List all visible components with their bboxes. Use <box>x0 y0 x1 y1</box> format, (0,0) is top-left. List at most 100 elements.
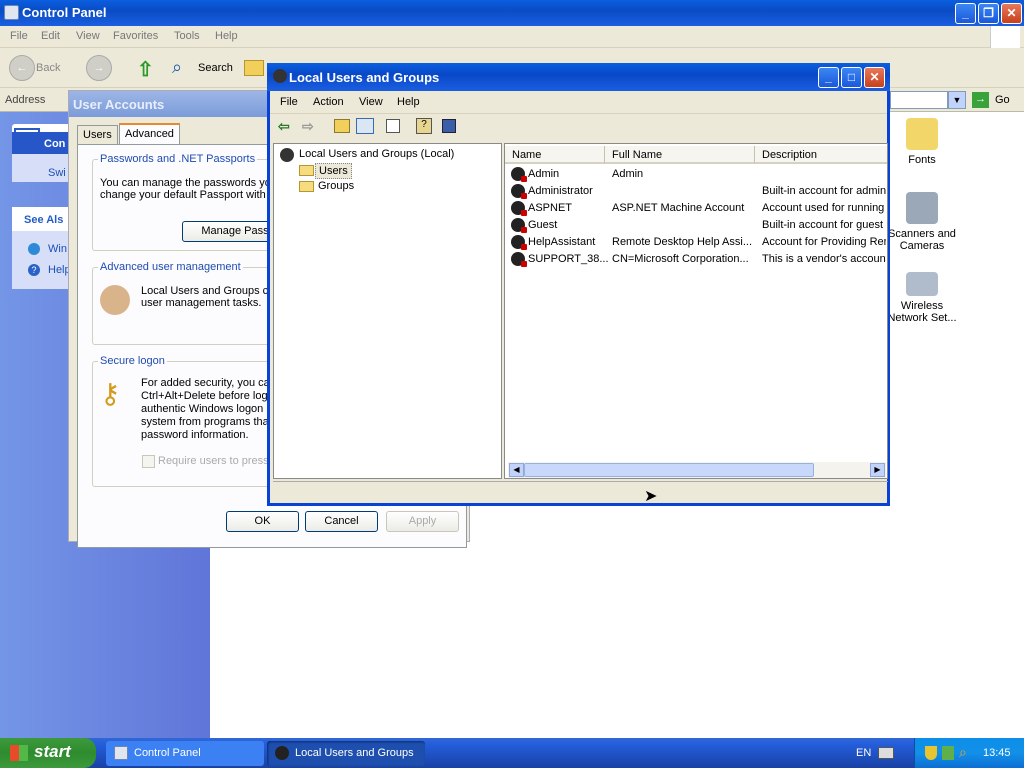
menu-favorites[interactable]: Favorites <box>113 30 158 42</box>
tree-root[interactable]: Local Users and Groups (Local) <box>299 148 454 160</box>
search-label[interactable]: Search <box>198 62 233 74</box>
minimize-button[interactable]: _ <box>955 3 976 24</box>
groups-folder-icon <box>299 181 314 192</box>
back-label[interactable]: Back <box>36 62 60 74</box>
help-icon: ? <box>28 264 40 276</box>
export-list-icon[interactable] <box>386 119 400 133</box>
menu-tools[interactable]: Tools <box>174 30 200 42</box>
lug-maximize-button[interactable]: □ <box>841 67 862 88</box>
search-icon[interactable]: ⌕ <box>172 57 182 78</box>
see-also-header[interactable]: See Als <box>12 207 72 231</box>
help-icon[interactable]: ? <box>416 118 432 134</box>
lug-close-button[interactable]: ✕ <box>864 67 885 88</box>
windows-update-link[interactable]: Win <box>48 243 67 255</box>
table-row[interactable]: ASPNET ASP.NET Machine Account Account use… <box>505 200 887 217</box>
user-name: Guest <box>528 219 558 231</box>
fonts-item[interactable]: Fonts <box>882 118 962 166</box>
users-list: Name Full Name Description Admin Admin Ad… <box>504 143 888 479</box>
search-tray-icon[interactable]: ⌕ <box>959 744 967 761</box>
tab-users[interactable]: Users <box>77 125 118 145</box>
table-row[interactable]: HelpAssistant Remote Desktop Help Assi...… <box>505 234 887 251</box>
tree-users[interactable]: Users <box>315 163 352 179</box>
scroll-thumb[interactable] <box>524 463 814 477</box>
table-row[interactable]: Administrator Built-in account for admini… <box>505 183 887 200</box>
lug-minimize-button[interactable]: _ <box>818 67 839 88</box>
require-ctrl-alt-del-checkbox[interactable] <box>142 455 155 468</box>
lug-menu-file[interactable]: File <box>280 96 298 108</box>
cancel-button[interactable]: Cancel <box>305 511 378 532</box>
mouse-cursor-icon: ➤ <box>644 488 658 505</box>
address-input[interactable] <box>890 91 948 109</box>
network-icon[interactable] <box>942 746 954 760</box>
lug-menu-action[interactable]: Action <box>313 96 344 108</box>
user-full-name: Remote Desktop Help Assi... <box>612 236 752 248</box>
passports-group-label: Passwords and .NET Passports <box>98 153 258 165</box>
taskbar-local-users[interactable]: Local Users and Groups <box>267 741 425 766</box>
forward-arrow-icon[interactable]: → <box>86 55 112 81</box>
fonts-label: Fonts <box>908 154 936 166</box>
require-ctrl-alt-del-label: Require users to press <box>158 455 269 467</box>
apply-button[interactable]: Apply <box>386 511 459 532</box>
user-icon <box>511 201 527 216</box>
taskbar-control-panel[interactable]: Control Panel <box>106 741 264 766</box>
scroll-left-icon[interactable]: ◀ <box>509 463 524 477</box>
tab-advanced[interactable]: Advanced <box>119 123 180 145</box>
column-name[interactable]: Name <box>505 146 605 164</box>
secure-logon-label: Secure logon <box>98 355 167 367</box>
go-button[interactable]: Go <box>995 94 1010 106</box>
back-arrow-icon[interactable]: ⇦ <box>278 118 290 135</box>
scroll-right-icon[interactable]: ▶ <box>870 463 885 477</box>
column-full-name[interactable]: Full Name <box>605 146 755 164</box>
folders-icon[interactable] <box>244 60 264 76</box>
control-panel-icon <box>4 5 19 20</box>
menu-view[interactable]: View <box>76 30 100 42</box>
user-name: Admin <box>528 168 560 180</box>
table-row[interactable]: SUPPORT_38... CN=Microsoft Corporation...… <box>505 251 887 268</box>
key-icon: ⚷ <box>100 378 121 409</box>
properties-icon[interactable] <box>442 119 456 133</box>
address-label: Address <box>5 94 46 106</box>
lug-titlebar[interactable]: Local Users and Groups _ □ ✕ <box>267 63 890 91</box>
horizontal-scrollbar[interactable]: ◀ ▶ <box>508 462 886 478</box>
start-button[interactable]: start <box>0 738 96 768</box>
ok-button[interactable]: OK <box>226 511 299 532</box>
table-row[interactable]: Admin Admin <box>505 166 887 183</box>
address-dropdown-icon[interactable]: ▼ <box>948 91 966 109</box>
back-arrow-icon[interactable]: ← <box>9 55 35 81</box>
user-description: Built-in account for guest <box>762 219 884 231</box>
column-description[interactable]: Description <box>755 146 887 164</box>
close-button[interactable]: ✕ <box>1001 3 1022 24</box>
users-groups-icon <box>280 148 294 162</box>
show-hide-tree-icon[interactable] <box>356 118 374 134</box>
fonts-folder-icon <box>906 118 938 150</box>
up-folder-icon[interactable]: ⇧ <box>137 57 154 82</box>
switch-view-link[interactable]: Swi <box>48 167 66 179</box>
task-header[interactable]: Con <box>12 132 72 154</box>
go-arrow-icon[interactable]: → <box>972 92 989 108</box>
passports-text-2: change your default Passport with <box>100 189 266 201</box>
forward-arrow-icon[interactable]: ⇨ <box>302 118 314 135</box>
lug-menu-view[interactable]: View <box>359 96 383 108</box>
control-panel-titlebar[interactable]: Control Panel _ ❐ ✕ <box>0 0 1024 26</box>
menu-edit[interactable]: Edit <box>41 30 60 42</box>
lug-menu-help[interactable]: Help <box>397 96 420 108</box>
language-indicator[interactable]: EN <box>856 747 871 759</box>
tree-groups[interactable]: Groups <box>318 180 354 192</box>
maximize-button[interactable]: ❐ <box>978 3 999 24</box>
security-shield-icon[interactable] <box>925 746 937 760</box>
keyboard-icon[interactable] <box>878 747 894 759</box>
wireless-item[interactable]: Wireless Network Set... <box>882 272 962 324</box>
console-tree: Local Users and Groups (Local) Users Gro… <box>273 143 502 479</box>
clock[interactable]: 13:45 <box>983 747 1011 759</box>
system-tray: ⌕ 13:45 <box>914 738 1024 768</box>
table-row[interactable]: Guest Built-in account for guest <box>505 217 887 234</box>
user-icon <box>511 235 527 250</box>
secure-text-2: Ctrl+Alt+Delete before log <box>141 390 268 402</box>
secure-text-5: password information. <box>141 429 249 441</box>
up-level-icon[interactable] <box>334 119 350 133</box>
menu-file[interactable]: File <box>10 30 28 42</box>
menu-help[interactable]: Help <box>215 30 238 42</box>
secure-text-1: For added security, you ca <box>141 377 270 389</box>
scanners-item[interactable]: Scanners and Cameras <box>882 192 962 252</box>
user-description: Account for Providing Rem <box>762 236 886 248</box>
